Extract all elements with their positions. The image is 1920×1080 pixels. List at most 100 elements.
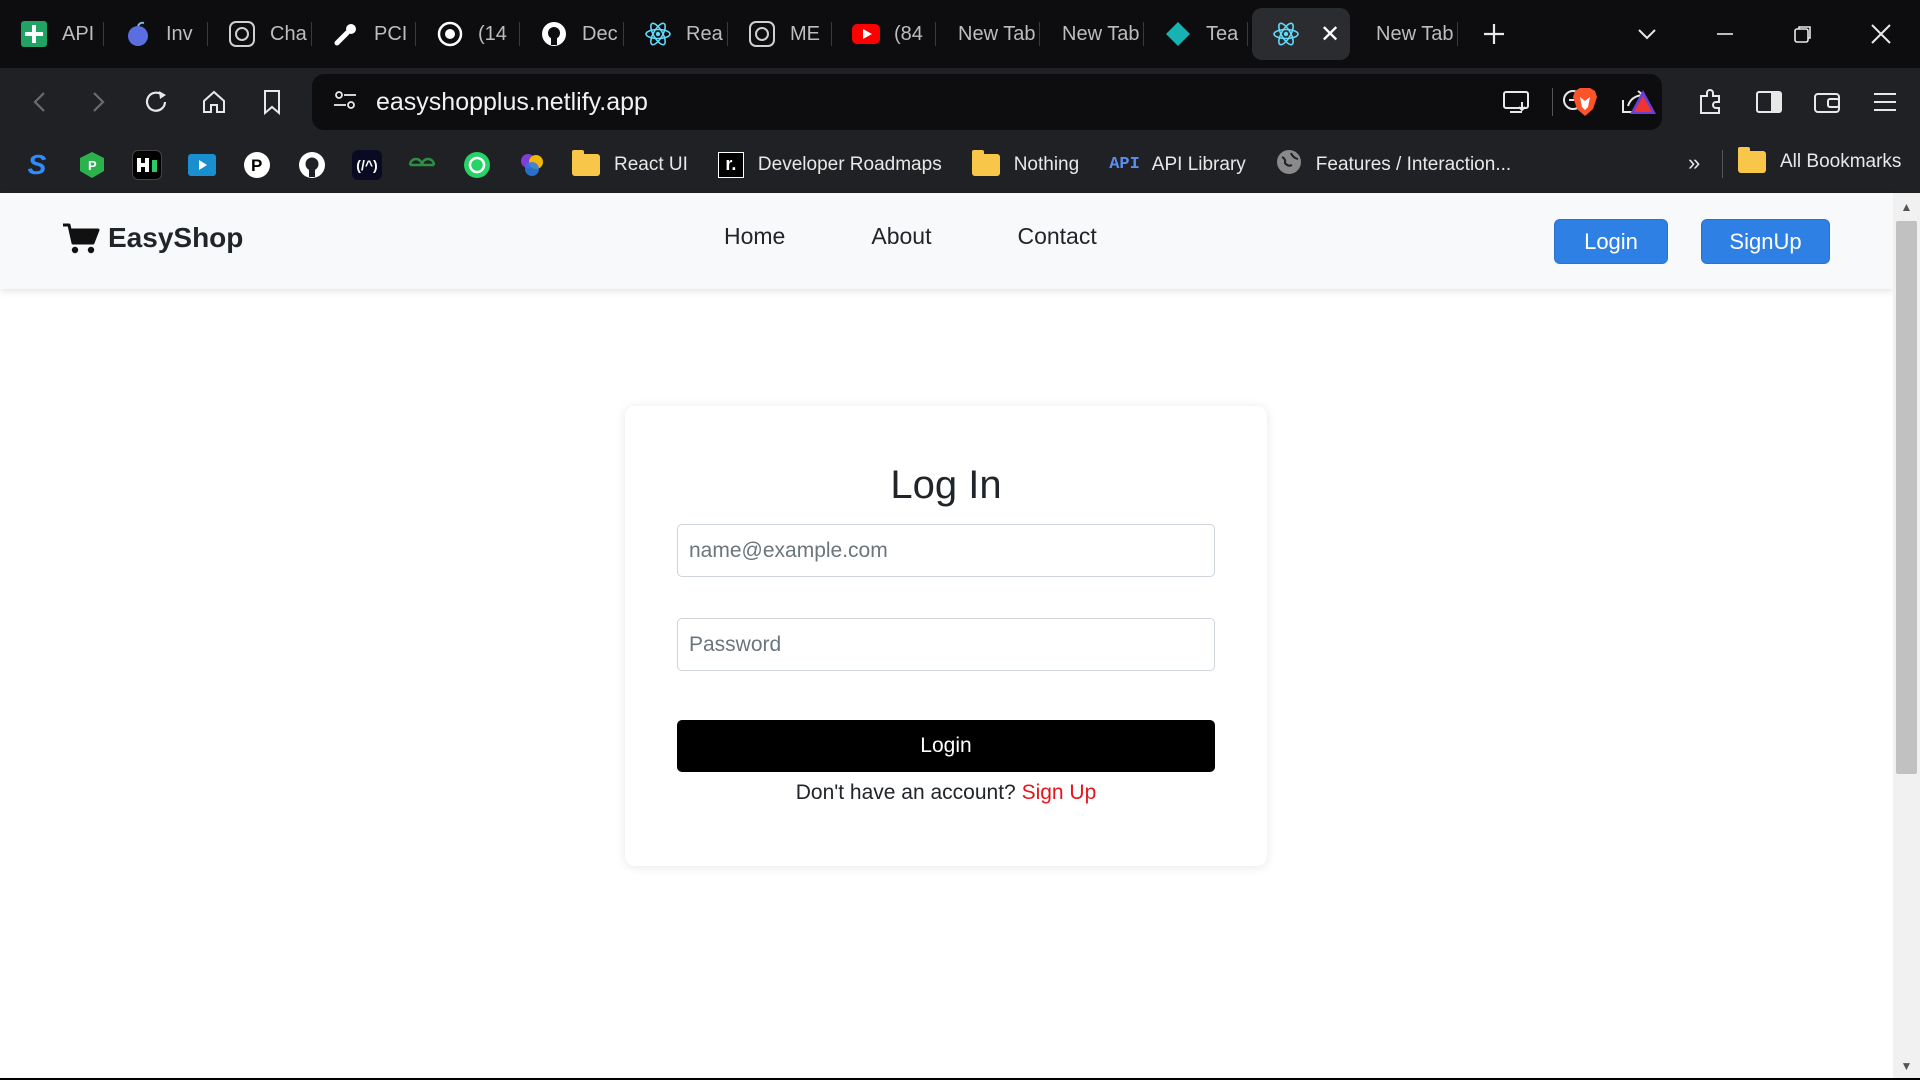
signup-prompt: Don't have an account? Sign Up: [625, 781, 1267, 805]
bookmarks-bar: S P P (/^) React UI r. Developer Roadmap…: [0, 136, 1920, 193]
navbar-signup-button[interactable]: SignUp: [1701, 219, 1830, 264]
github-icon[interactable]: [297, 150, 327, 180]
hackerrank-icon[interactable]: [132, 149, 162, 180]
menu-button[interactable]: [1856, 73, 1914, 131]
tab-cha[interactable]: Cha: [208, 8, 312, 60]
tab-title: New Tab: [1062, 22, 1140, 45]
bookmarks-divider: [1722, 150, 1723, 178]
tab-title: Cha: [270, 22, 307, 45]
tab-pci[interactable]: PCI: [312, 8, 416, 60]
skype-s-icon[interactable]: S: [22, 149, 52, 180]
forward-button[interactable]: [69, 73, 127, 131]
new-tab-button[interactable]: [1468, 8, 1520, 60]
folder-icon: [971, 149, 1000, 176]
freecodecamp-icon[interactable]: (/^): [352, 149, 382, 180]
scroll-down-arrow-icon[interactable]: ▼: [1893, 1056, 1920, 1076]
colorful-logo-icon[interactable]: [517, 150, 547, 180]
bookmark-folder-react-ui[interactable]: React UI: [572, 149, 688, 176]
extensions-button[interactable]: [1682, 73, 1740, 131]
sidebar-button[interactable]: [1740, 73, 1798, 131]
pw-icon[interactable]: P: [242, 150, 272, 180]
bookmark-label: API Library: [1151, 153, 1246, 175]
forward-arrow-icon: [93, 92, 105, 112]
tab-search-button[interactable]: [1608, 0, 1686, 68]
tab-active-easyshop[interactable]: ✕: [1252, 8, 1350, 60]
home-button[interactable]: [185, 73, 243, 131]
geeksforgeeks-icon[interactable]: [407, 150, 437, 180]
bookmark-developer-roadmaps[interactable]: r. Developer Roadmaps: [717, 151, 942, 178]
install-app-button[interactable]: [1488, 73, 1546, 131]
bookmark-button[interactable]: [243, 73, 301, 131]
hamburger-menu-icon: [1874, 93, 1896, 111]
tab-whatsapp[interactable]: (14: [416, 8, 520, 60]
wallet-button[interactable]: [1798, 73, 1856, 131]
tab-title: PCI: [374, 22, 408, 45]
navbar-login-button[interactable]: Login: [1554, 219, 1668, 264]
signup-link[interactable]: Sign Up: [1022, 781, 1097, 804]
react-icon: [1272, 20, 1300, 48]
login-card: Log In Login Don't have an account? Sign…: [625, 406, 1267, 866]
tab-tea[interactable]: Tea: [1144, 8, 1248, 60]
close-window-button[interactable]: [1842, 0, 1920, 68]
minimize-button[interactable]: [1686, 0, 1764, 68]
bookmark-label: Nothing: [1013, 153, 1080, 175]
bookmark-folder-nothing[interactable]: Nothing: [971, 149, 1080, 176]
bookmark-label: React UI: [614, 153, 688, 175]
tab-new-tab[interactable]: New Tab: [936, 8, 1040, 60]
vertical-scrollbar[interactable]: ▲ ▼: [1893, 193, 1920, 1078]
browser-toolbar: easyshopplus.netlify.app: [0, 68, 1920, 136]
tab-github[interactable]: Dec: [520, 8, 624, 60]
tab-api[interactable]: API: [0, 8, 104, 60]
brave-shields-button[interactable]: [1556, 73, 1614, 131]
signup-prompt-text: Don't have an account?: [795, 781, 1016, 804]
tab-new-tab[interactable]: New Tab: [1040, 8, 1144, 60]
tab-react[interactable]: Rea: [624, 8, 728, 60]
tab-title: (84: [894, 22, 923, 45]
reload-button[interactable]: [127, 73, 185, 131]
bookmarks-overflow-chevron[interactable]: »: [1688, 150, 1700, 176]
bookmark-api-library[interactable]: API API Library: [1109, 154, 1246, 176]
nav-link-contact[interactable]: Contact: [1017, 223, 1096, 250]
bookmark-features-interaction[interactable]: Features / Interaction...: [1276, 149, 1511, 181]
green-plus-icon: [20, 20, 48, 48]
sidebar-icon: [1756, 91, 1782, 113]
minimize-icon: [1717, 33, 1733, 35]
nav-link-about[interactable]: About: [871, 223, 931, 250]
brand-logo[interactable]: EasyShop: [62, 221, 243, 255]
close-tab-icon[interactable]: ✕: [1320, 20, 1340, 49]
url-text[interactable]: easyshopplus.netlify.app: [376, 88, 648, 117]
tab-title: Dec: [582, 22, 618, 45]
password-field[interactable]: [677, 618, 1215, 671]
tab-new-tab[interactable]: New Tab: [1354, 8, 1458, 60]
all-bookmarks-button[interactable]: All Bookmarks: [1738, 147, 1901, 173]
bookmark-icon: [264, 90, 280, 116]
address-bar[interactable]: easyshopplus.netlify.app: [312, 74, 1662, 130]
apple-icon: [124, 20, 152, 48]
whatsapp-icon[interactable]: [462, 150, 492, 180]
api-badge: API: [1109, 155, 1140, 174]
tab-title: New Tab: [1376, 22, 1454, 45]
tab-title: Rea: [686, 22, 723, 45]
tab-me[interactable]: ME: [728, 8, 832, 60]
scrollbar-thumb[interactable]: [1896, 221, 1917, 774]
login-submit-button[interactable]: Login: [677, 720, 1215, 772]
svg-text:P: P: [88, 158, 97, 173]
roadmap-r-icon: r.: [717, 151, 744, 178]
back-button[interactable]: [11, 73, 69, 131]
restore-button[interactable]: [1764, 0, 1842, 68]
scroll-up-arrow-icon[interactable]: ▲: [1893, 197, 1920, 217]
react-icon: [644, 20, 672, 48]
nav-link-home[interactable]: Home: [724, 223, 785, 250]
brave-rewards-button[interactable]: [1614, 73, 1672, 131]
shield-p-icon[interactable]: P: [77, 150, 107, 180]
back-arrow-icon: [33, 92, 45, 112]
page-viewport: EasyShop Home About Contact Login SignUp…: [0, 193, 1893, 1078]
site-settings-icon[interactable]: [332, 89, 358, 116]
email-field[interactable]: [677, 524, 1215, 577]
tab-title: Inv: [166, 22, 193, 45]
tab-title: API: [62, 22, 95, 45]
tab-inv[interactable]: Inv: [104, 8, 208, 60]
tab-youtube[interactable]: (84: [832, 8, 936, 60]
puzzle-icon: [1700, 89, 1720, 114]
video-play-icon[interactable]: [187, 150, 217, 180]
